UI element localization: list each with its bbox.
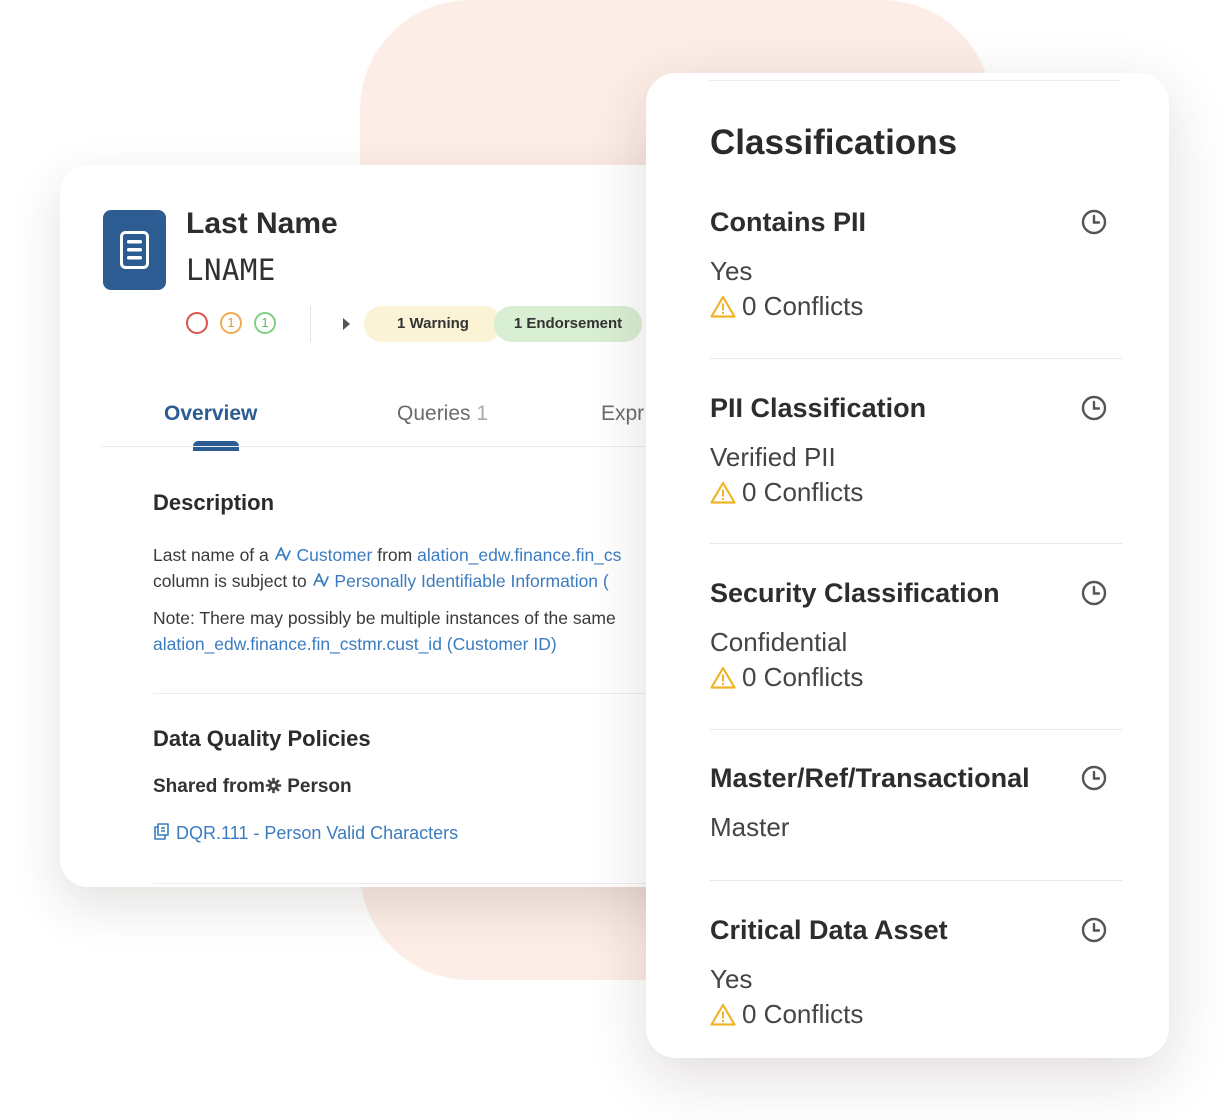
dq-rule-link[interactable]: DQR.111 - Person Valid Characters — [153, 822, 458, 844]
rule-document-icon — [154, 823, 169, 840]
flag-warning-count[interactable]: 1 — [220, 312, 242, 334]
classification-name: Security Classification — [710, 578, 1000, 608]
description-text: column is subject to — [153, 571, 312, 591]
tab-queries-count: 1 — [476, 402, 489, 425]
panel-top-divider — [709, 80, 1121, 81]
warning-badge[interactable]: 1 Warning — [364, 306, 502, 342]
classifications-panel: Classifications Contains PII Yes 0 Confl… — [646, 73, 1169, 1058]
classification-name: PII Classification — [710, 393, 927, 423]
classification-value: Verified PII — [710, 442, 836, 472]
pii-term-link[interactable]: Personally Identifiable Information ( — [312, 571, 609, 591]
tab-queries-label: Queries — [397, 402, 471, 425]
shared-from: Shared from Person — [153, 776, 352, 798]
flag-deprecation-icon[interactable] — [186, 312, 208, 334]
tab-expr[interactable]: Expr — [601, 402, 644, 426]
item-divider — [710, 358, 1122, 359]
classification-value: Yes — [710, 256, 753, 286]
classification-value: Yes — [710, 964, 753, 994]
database-column-icon — [103, 210, 166, 290]
classification-name: Critical Data Asset — [710, 915, 948, 945]
clock-icon[interactable] — [1081, 917, 1107, 943]
conflicts-indicator[interactable]: 0 Conflicts — [710, 662, 863, 693]
asset-title: Last Name — [186, 207, 338, 240]
clock-icon[interactable] — [1081, 209, 1107, 235]
expand-caret-icon[interactable] — [343, 318, 350, 330]
gear-icon — [265, 777, 282, 794]
warning-triangle-icon — [710, 481, 736, 504]
glossary-term-icon — [312, 573, 329, 587]
warning-triangle-icon — [710, 666, 736, 689]
column-link[interactable]: alation_edw.finance.fin_cstmr.cust_id (C… — [153, 634, 557, 655]
description-text: Last name of a — [153, 545, 274, 565]
description-text: from — [372, 545, 418, 565]
divider — [310, 306, 311, 342]
shared-from-label: Shared from — [153, 776, 265, 797]
item-divider — [710, 543, 1122, 544]
description-line-1: Last name of a Customer from alation_edw… — [153, 545, 621, 566]
clock-icon[interactable] — [1081, 580, 1107, 606]
conflicts-indicator[interactable]: 0 Conflicts — [710, 999, 863, 1030]
endorsement-badge[interactable]: 1 Endorsement — [494, 306, 642, 342]
clock-icon[interactable] — [1081, 765, 1107, 791]
data-quality-heading: Data Quality Policies — [153, 726, 371, 751]
conflicts-indicator[interactable]: 0 Conflicts — [710, 291, 863, 322]
item-divider — [710, 729, 1122, 730]
clock-icon[interactable] — [1081, 395, 1107, 421]
glossary-term-icon — [274, 547, 291, 561]
warning-triangle-icon — [710, 295, 736, 318]
description-line-2: column is subject to Personally Identifi… — [153, 571, 609, 592]
classification-name: Master/Ref/Transactional — [710, 763, 1030, 793]
shared-from-value[interactable]: Person — [287, 776, 351, 797]
flag-endorsement-count[interactable]: 1 — [254, 312, 276, 334]
classification-value: Master — [710, 812, 790, 842]
classification-value: Confidential — [710, 627, 848, 657]
description-heading: Description — [153, 490, 275, 515]
warning-triangle-icon — [710, 1003, 736, 1026]
tab-overview[interactable]: Overview — [164, 402, 257, 426]
tab-queries[interactable]: Queries 1 — [397, 402, 488, 426]
classification-name: Contains PII — [710, 207, 867, 237]
customer-term-link[interactable]: Customer — [274, 545, 372, 565]
classifications-title: Classifications — [710, 123, 958, 162]
description-note: Note: There may possibly be multiple ins… — [153, 608, 616, 628]
asset-code: LNAME — [186, 253, 276, 287]
conflicts-indicator[interactable]: 0 Conflicts — [710, 477, 863, 508]
item-divider — [710, 880, 1122, 881]
table-link[interactable]: alation_edw.finance.fin_cs — [417, 545, 621, 565]
